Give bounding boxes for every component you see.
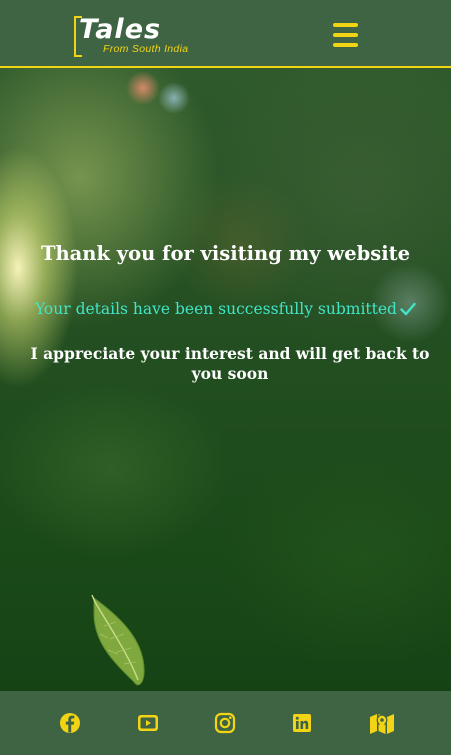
site-footer [0,691,451,755]
followup-message: I appreciate your interest and will get … [30,344,430,383]
site-logo[interactable]: Tales From South India [74,14,214,59]
page-title: Thank you for visiting my website [40,242,411,265]
logo-title: Tales [79,14,162,45]
success-text: Your details have been successfully subm… [35,300,397,318]
logo-subtitle: From South India [103,43,189,55]
hamburger-menu-icon[interactable] [333,23,358,47]
youtube-icon[interactable] [136,711,160,735]
instagram-icon[interactable] [213,711,237,735]
checkmark-icon [400,302,416,316]
linkedin-icon[interactable] [290,711,314,735]
leaf-image [91,594,145,686]
success-message: Your details have been successfully subm… [0,300,451,318]
site-header: Tales From South India [0,0,451,68]
facebook-icon[interactable] [58,711,82,735]
map-icon[interactable] [369,711,395,735]
